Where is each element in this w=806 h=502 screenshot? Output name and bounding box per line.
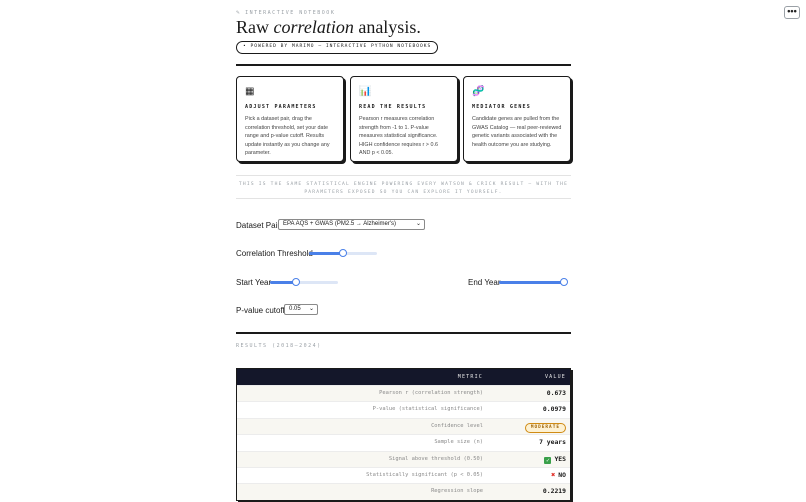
powered-by-pill: • POWERED BY MARIMO — INTERACTIVE PYTHON… bbox=[236, 41, 439, 54]
engine-note: THIS IS THE SAME STATISTICAL ENGINE POWE… bbox=[236, 175, 571, 199]
threshold-label: Correlation Threshold bbox=[236, 249, 313, 258]
table-row: Confidence level MODERATE bbox=[237, 417, 570, 435]
card-body: Candidate genes are pulled from the GWAS… bbox=[472, 116, 562, 148]
value-cell: 0.2219 bbox=[543, 487, 566, 495]
bar-chart-icon: 📊 bbox=[359, 86, 372, 97]
value-cell: 0.0979 bbox=[543, 405, 566, 413]
value-cell: ✖ NO bbox=[551, 471, 566, 479]
card-adjust-parameters: ▦ ADJUST PARAMETERS Pick a dataset pair,… bbox=[236, 76, 344, 162]
table-row: Pearson r (correlation strength) 0.673 bbox=[237, 385, 570, 402]
metric-cell: Signal above threshold (0.50) bbox=[388, 455, 483, 462]
metric-cell: P-value (statistical significance) bbox=[372, 406, 483, 413]
cross-icon: ✖ bbox=[551, 470, 556, 479]
value-text: NO bbox=[558, 470, 566, 479]
card-read-results: 📊 READ THE RESULTS Pearson r measures co… bbox=[350, 76, 458, 162]
pvalue-label: P-value cutoff bbox=[236, 306, 285, 315]
value-text: 0.2219 bbox=[542, 487, 566, 496]
start-year-slider[interactable] bbox=[270, 278, 338, 286]
divider bbox=[236, 332, 571, 334]
divider bbox=[236, 64, 571, 66]
metric-cell: Pearson r (correlation strength) bbox=[379, 390, 483, 396]
table-row: P-value (statistical significance) 0.0979 bbox=[237, 401, 570, 417]
value-cell: MODERATE bbox=[524, 422, 566, 433]
metric-cell: Statistically significant (p < 0.05) bbox=[366, 471, 483, 478]
check-icon: ✓ bbox=[544, 456, 552, 464]
value-text: YES bbox=[554, 454, 566, 463]
value-text: 0.0979 bbox=[542, 405, 566, 414]
slider-thumb[interactable] bbox=[291, 278, 300, 286]
col-metric: METRIC bbox=[457, 374, 483, 380]
value-cell: 0.673 bbox=[547, 389, 566, 397]
pvalue-select-value: 0.05 bbox=[289, 306, 301, 312]
metric-cell: Sample size (n) bbox=[434, 439, 483, 446]
kicker-text: INTERACTIVE NOTEBOOK bbox=[245, 10, 336, 16]
confidence-badge: MODERATE bbox=[524, 422, 566, 433]
card-title: MEDIATOR GENES bbox=[472, 104, 531, 110]
chevron-down-icon: ⌄ bbox=[415, 221, 421, 227]
value-cell: ✓ YES bbox=[544, 455, 566, 464]
card-title: READ THE RESULTS bbox=[359, 104, 427, 110]
slider-fill bbox=[309, 252, 343, 255]
dataset-select[interactable]: EPA AQS + GWAS (PM2.5 → Alzheimer's) ⌄ bbox=[278, 219, 425, 230]
table-row: Statistically significant (p < 0.05) ✖ NO bbox=[237, 466, 570, 483]
pencil-icon: ✎ bbox=[236, 9, 242, 16]
table-row: Signal above threshold (0.50) ✓ YES bbox=[237, 450, 570, 467]
value-text: 0.673 bbox=[546, 389, 566, 397]
grid-icon: ▦ bbox=[245, 86, 255, 97]
kicker: ✎ INTERACTIVE NOTEBOOK bbox=[236, 9, 335, 16]
dna-icon: 🧬 bbox=[472, 86, 485, 97]
slider-thumb[interactable] bbox=[560, 278, 568, 286]
pvalue-select[interactable]: 0.05 ⌄ bbox=[284, 304, 318, 315]
card-title: ADJUST PARAMETERS bbox=[245, 104, 317, 110]
table-row: Sample size (n) 7 years bbox=[237, 434, 570, 450]
metric-cell: Regression slope bbox=[431, 488, 483, 495]
col-value: VALUE bbox=[544, 374, 566, 380]
results-label: RESULTS (2018–2024) bbox=[236, 343, 322, 349]
start-year-label: Start Year bbox=[236, 278, 272, 287]
page-title: Raw correlation analysis. bbox=[236, 17, 421, 37]
table-body: Pearson r (correlation strength) 0.673 P-v… bbox=[237, 385, 570, 500]
card-mediator-genes: 🧬 MEDIATOR GENES Candidate genes are pul… bbox=[463, 76, 571, 162]
slider-thumb[interactable] bbox=[339, 249, 347, 257]
card-body: Pick a dataset pair, drag the correlatio… bbox=[245, 116, 330, 157]
card-body: Pearson r measures correlation strength … bbox=[359, 116, 438, 157]
threshold-slider[interactable] bbox=[309, 249, 377, 257]
end-year-label: End Year bbox=[468, 278, 501, 287]
dataset-select-value: EPA AQS + GWAS (PM2.5 → Alzheimer's) bbox=[283, 221, 397, 227]
chevron-down-icon: ⌄ bbox=[308, 306, 314, 312]
slider-fill bbox=[499, 281, 564, 284]
value-text: 7 years bbox=[539, 438, 566, 447]
metric-cell: Confidence level bbox=[431, 422, 483, 429]
results-table: METRIC VALUE Pearson r (correlation stre… bbox=[236, 368, 571, 501]
more-options-button[interactable]: ••• bbox=[784, 6, 800, 19]
table-row: Regression slope 0.2219 bbox=[237, 483, 570, 500]
end-year-slider[interactable] bbox=[499, 278, 568, 286]
dataset-label: Dataset Pair bbox=[236, 221, 281, 230]
value-cell: 7 years bbox=[539, 438, 566, 446]
table-header: METRIC VALUE bbox=[237, 369, 570, 385]
